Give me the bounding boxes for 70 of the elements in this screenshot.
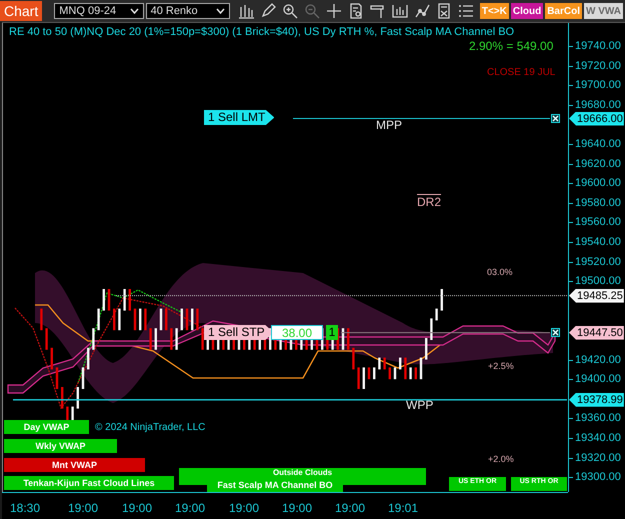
zoom-out-icon[interactable] [304, 3, 320, 19]
toolbar-button[interactable]: W VWA [584, 3, 623, 19]
crosshair-icon[interactable] [326, 3, 342, 19]
level-label: DR2 [417, 195, 442, 209]
dropdown-value: 40 Renko [150, 5, 198, 17]
dropdown-value: MNQ 09-24 [59, 5, 116, 17]
instrument-dropdown[interactable]: MNQ 09-24 [54, 3, 144, 19]
price-label: 19680.00 [575, 98, 621, 111]
price-label: 19420.00 [575, 354, 621, 366]
zoom-in-icon[interactable] [282, 3, 298, 19]
bar-type-dropdown[interactable]: 40 Renko [146, 3, 230, 19]
price-label: 19400.00 [575, 373, 621, 386]
indicator-label: Tenkan-Kijun Fast Cloud Lines [4, 476, 174, 490]
price-label: 19580.00 [575, 196, 621, 209]
time-label: 19:00 [174, 501, 206, 515]
percent-label: +2.0% [488, 454, 514, 464]
close-label: CLOSE 19 JUL [487, 67, 556, 78]
indicator-label: Mnt VWAP [4, 458, 145, 472]
price-label: 19620.00 [575, 158, 621, 170]
price-label: 19700.00 [575, 79, 621, 92]
order-tag[interactable]: 1 Sell STP [204, 325, 274, 340]
price-marker: 19666.00 [569, 112, 624, 126]
price-marker: 19485.25 [569, 288, 624, 303]
chart-icon[interactable] [392, 3, 408, 19]
order-tag[interactable]: 1 Sell LMT [204, 110, 274, 125]
close-icon[interactable] [551, 328, 560, 338]
price-label: 19720.00 [575, 60, 621, 72]
pencil-icon[interactable] [260, 3, 276, 19]
price-label: 19640.00 [575, 138, 621, 150]
level-label: WPP [406, 398, 434, 412]
copyright-text: © 2024 NinjaTrader, LLC [95, 422, 206, 433]
panel-icon[interactable] [370, 3, 386, 19]
price-label: 19360.00 [575, 412, 621, 424]
price-label: 19320.00 [575, 452, 621, 464]
caret-icon [216, 8, 225, 14]
price-label: 19560.00 [575, 216, 621, 228]
line-chart-icon[interactable] [414, 3, 430, 19]
time-label: 19:01 [388, 501, 418, 515]
chart-title: RE 40 to 50 (M)NQ Dec 20 (1%=150p=$300) (1 Brick=$40), US Dy RTH %, Fast Scalp MA Channel BO [9, 26, 514, 38]
level-label: MPP [376, 118, 402, 132]
caret-icon [130, 8, 139, 14]
time-label: 19:00 [122, 501, 152, 515]
price-label: 19600.00 [575, 177, 621, 190]
price-marker: 19378.99 [569, 392, 624, 407]
time-label: 19:00 [68, 501, 98, 515]
time-label: 19:00 [334, 501, 366, 515]
bars-icon[interactable] [238, 3, 254, 19]
price-label: 19500.00 [575, 275, 621, 288]
price-marker: 19447.50 [569, 326, 624, 340]
indicator-label: Day VWAP [4, 420, 89, 434]
time-label: 19:00 [282, 501, 312, 515]
price-label: 19300.00 [575, 471, 621, 484]
list-icon[interactable] [458, 3, 474, 19]
time-label: 19:00 [228, 501, 260, 515]
indicator-label: Fast Scalp MA Channel BO [207, 478, 343, 492]
calculator-icon[interactable] [436, 3, 452, 19]
price-label: 19520.00 [575, 256, 621, 268]
chart-tab[interactable]: Chart [0, 1, 42, 21]
percent-label: +2.5% [488, 361, 514, 371]
profit-label: 2.90% = 549.00 [469, 39, 554, 53]
close-icon[interactable] [551, 114, 560, 124]
document-icon[interactable] [348, 3, 364, 19]
order-quantity[interactable]: 1 [326, 325, 338, 340]
indicator-label: Wkly VWAP [4, 439, 117, 453]
percent-label: 03.0% [487, 267, 513, 277]
price-label: 19740.00 [575, 40, 621, 52]
price-label: 19340.00 [575, 432, 621, 444]
time-label: 18:30 [10, 501, 40, 515]
toolbar-button[interactable]: Cloud [510, 3, 544, 19]
price-label: 19540.00 [575, 236, 621, 248]
